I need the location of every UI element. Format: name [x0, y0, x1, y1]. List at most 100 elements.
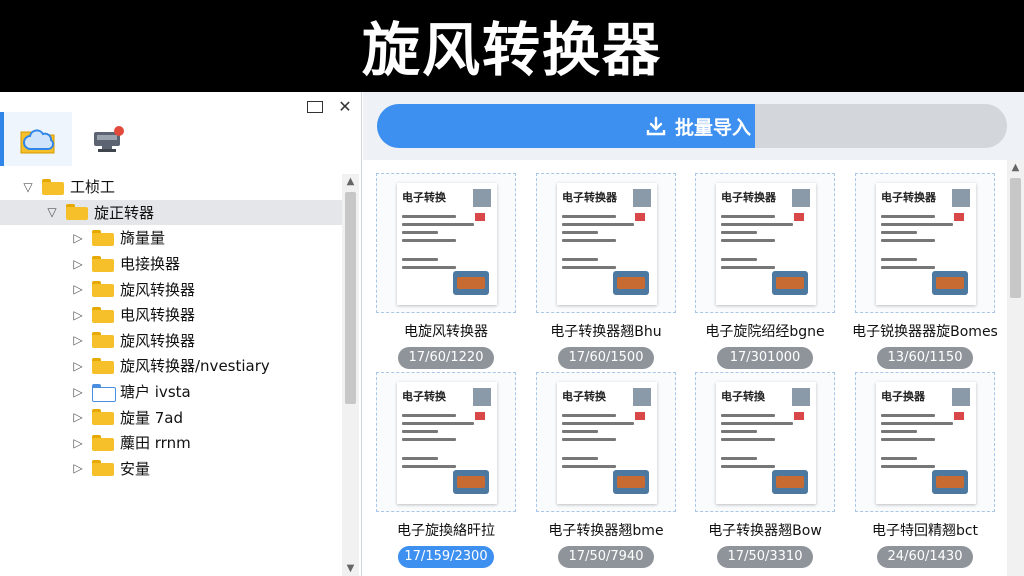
file-card[interactable]: 电子转换电子转换器翘bme 17/50/7940 [536, 372, 676, 568]
file-name: 电子旋換絡旰拉 [397, 523, 495, 539]
tree-item[interactable]: ▷ 电接换器 [0, 251, 342, 277]
tree-scrollbar[interactable]: ▲ ▼ [342, 174, 359, 576]
collapse-arrow-icon[interactable]: ▷ [70, 359, 86, 373]
batch-import-button[interactable]: 批量导入 [377, 104, 755, 148]
tab-devices[interactable] [72, 112, 144, 166]
folder-icon [66, 204, 88, 221]
qr-code-icon [792, 388, 810, 406]
tree-item-label: 电风转换器 [120, 306, 196, 325]
panel-tabs [0, 112, 144, 166]
window-controls: ✕ [307, 98, 353, 117]
collapse-arrow-icon[interactable]: ▷ [70, 385, 86, 399]
file-name: 电旋风转换器 [404, 324, 488, 340]
tab-folders[interactable] [0, 112, 72, 166]
folder-icon [92, 229, 114, 246]
collapse-arrow-icon[interactable]: ▷ [70, 410, 86, 424]
stamp-icon [954, 412, 964, 420]
tree-item-label: 安量 [120, 459, 151, 478]
scroll-down-icon[interactable]: ▼ [342, 563, 359, 574]
file-size-badge: 17/50/7940 [558, 546, 654, 568]
file-card[interactable]: 电子转换器 电子转换器翘Bhu 17/60/1500 [536, 173, 676, 369]
collapse-arrow-icon[interactable]: ▷ [70, 257, 86, 271]
tree-item[interactable]: ▷ 瑭户 ivsta [0, 379, 342, 405]
file-card[interactable]: 电子换器 电子特回精翘bct 24/60/1430 [855, 372, 995, 568]
stamp-icon [794, 213, 804, 221]
collapse-arrow-icon[interactable]: ▷ [70, 308, 86, 322]
file-thumbnail[interactable]: 电子转换器 [855, 173, 995, 313]
image-icon [932, 271, 968, 295]
collapse-arrow-icon[interactable]: ▷ [70, 436, 86, 450]
file-thumbnail[interactable]: 电子转换器 [695, 173, 835, 313]
file-thumbnail[interactable]: 电子转换 [376, 173, 516, 313]
download-icon [646, 116, 666, 136]
app-window: ✕ ▽ 工桢工 ▽ 旋正转器 ▷ 旖量量 ▷ 电接换器 ▷ 旋风转换器 ▷ 电风转换器 ▷ 旋风转换器 [0, 92, 1024, 576]
close-icon[interactable]: ✕ [337, 98, 353, 117]
collapse-arrow-icon[interactable]: ▷ [70, 461, 86, 475]
file-thumbnail[interactable]: 电子转换 [536, 372, 676, 512]
qr-code-icon [952, 189, 970, 207]
file-thumbnail[interactable]: 电子转換 [695, 372, 835, 512]
file-thumbnail[interactable]: 电子换器 [855, 372, 995, 512]
file-card[interactable]: 电子转换 电旋风转换器 17/60/1220 [376, 173, 516, 369]
batch-import-label: 批量导入 [674, 116, 751, 139]
document-preview: 电子转换 [397, 382, 497, 504]
tree-item[interactable]: ▷ 旋风转换器/nvestiary [0, 353, 342, 379]
tree-item[interactable]: ▷ 旋风转换器 [0, 276, 342, 302]
tree-item-label: 瑭户 ivsta [120, 383, 191, 402]
image-icon [453, 271, 489, 295]
folder-icon [92, 281, 114, 298]
restore-icon[interactable] [307, 98, 323, 117]
folder-tree: ▽ 工桢工 ▽ 旋正转器 ▷ 旖量量 ▷ 电接换器 ▷ 旋风转换器 ▷ 电风转换器 ▷ 旋风转换器 ▷ 旋风转… [0, 174, 342, 481]
file-size-badge: 17/50/3310 [717, 546, 813, 568]
file-card[interactable]: 电子转换器 电子锐换器器旋Bomes 13/60/1150 [852, 173, 998, 369]
image-icon [772, 271, 808, 295]
image-icon [613, 470, 649, 494]
scrollbar-thumb[interactable] [345, 192, 356, 404]
expand-arrow-icon[interactable]: ▽ [44, 205, 60, 219]
folder-icon [92, 460, 114, 477]
folder-panel: ✕ ▽ 工桢工 ▽ 旋正转器 ▷ 旖量量 ▷ 电接换器 ▷ 旋风转换器 ▷ 电风转换器 ▷ 旋风转换器 [0, 92, 362, 576]
tree-item[interactable]: ▷ 旖量量 [0, 225, 342, 251]
collapse-arrow-icon[interactable]: ▷ [70, 231, 86, 245]
collapse-arrow-icon[interactable]: ▷ [70, 282, 86, 296]
file-thumbnail[interactable]: 电子转换器 [536, 173, 676, 313]
tree-item[interactable]: ▷ 电风转换器 [0, 302, 342, 328]
qr-code-icon [473, 388, 491, 406]
grid-scrollbar[interactable]: ▲ [1007, 160, 1024, 576]
expand-arrow-icon[interactable]: ▽ [20, 180, 36, 194]
file-size-badge: 17/60/1500 [558, 347, 654, 369]
scroll-up-icon[interactable]: ▲ [342, 176, 359, 187]
tree-item-label: 蘪田 rrnm [120, 434, 191, 453]
tree-item-label: 旋风转换器/nvestiary [120, 357, 270, 376]
file-card[interactable]: 电子转換电子转换器翘Bow 17/50/3310 [695, 372, 835, 568]
file-card[interactable]: 电子转换电子旋換絡旰拉 17/159/2300 [376, 372, 516, 568]
stamp-icon [635, 412, 645, 420]
scrollbar-thumb[interactable] [1010, 178, 1021, 298]
file-name: 电子转换器翘Bow [708, 523, 822, 539]
folder-icon [92, 255, 114, 272]
folder-cloud-icon [20, 129, 55, 154]
scroll-up-icon[interactable]: ▲ [1007, 162, 1024, 173]
file-thumbnail[interactable]: 电子转换 [376, 372, 516, 512]
folder-icon [92, 383, 116, 402]
tree-item-label: 工桢工 [70, 178, 116, 197]
file-name: 电子转换器翘bme [548, 523, 664, 539]
tree-item[interactable]: ▽ 工桢工 [0, 174, 342, 200]
tree-item[interactable]: ▷ 旋风转换器 [0, 328, 342, 354]
collapse-arrow-icon[interactable]: ▷ [70, 333, 86, 347]
file-name: 电子旋院绍经bgne [705, 324, 825, 340]
file-card[interactable]: 电子转换器电子旋院绍经bgne 17/301000 [695, 173, 835, 369]
file-name: 电子特回精翘bct [871, 523, 979, 539]
image-icon [932, 470, 968, 494]
tree-item[interactable]: ▷ 旋量 7ad [0, 404, 342, 430]
qr-code-icon [473, 189, 491, 207]
tree-item[interactable]: ▷ 蘪田 rrnm [0, 430, 342, 456]
tree-item[interactable]: ▷ 安量 [0, 456, 342, 482]
folder-icon [92, 409, 114, 426]
document-preview: 电子转换器 [557, 183, 657, 305]
file-size-badge: 17/301000 [717, 347, 813, 369]
document-preview: 电子转换器 [716, 183, 816, 305]
tree-item[interactable]: ▽ 旋正转器 [0, 199, 342, 226]
tree-item-label: 电接换器 [120, 255, 181, 274]
file-size-badge: 17/159/2300 [398, 546, 494, 568]
